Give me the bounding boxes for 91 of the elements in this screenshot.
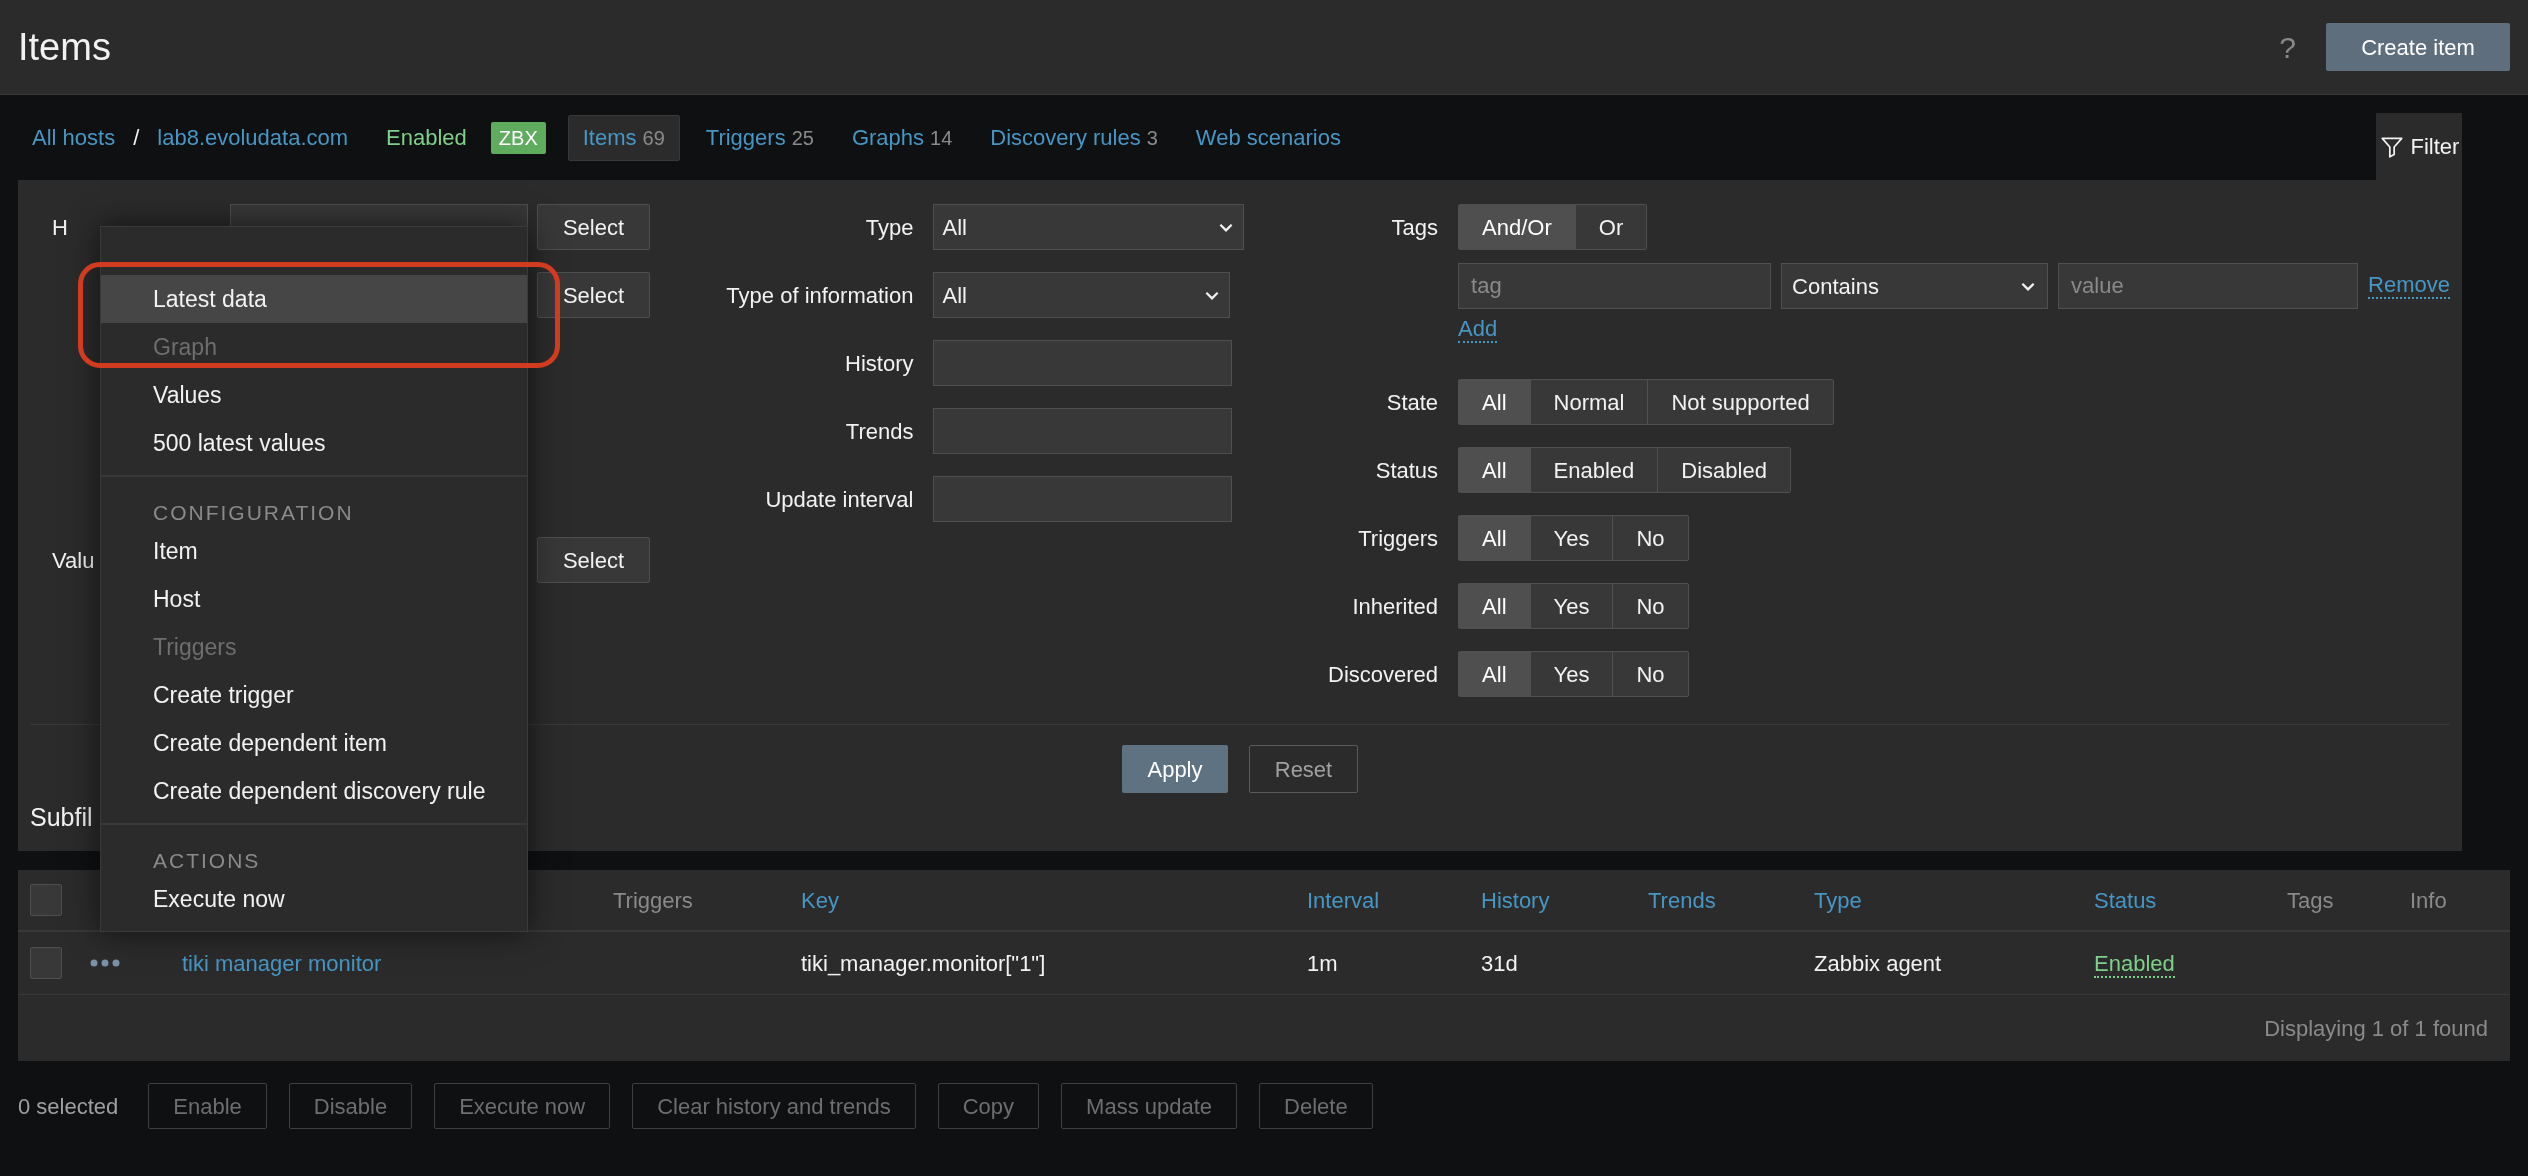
menu-item[interactable]: Host (101, 575, 527, 623)
toggle-option[interactable]: All (1459, 584, 1531, 628)
item-name-link[interactable]: tiki manager monitor (182, 950, 382, 976)
table-cell: tiki_manager.monitor["1"] (801, 950, 1046, 976)
field-label: Tags (1391, 213, 1439, 242)
reset-button[interactable]: Reset (1249, 745, 1358, 793)
breadcrumb-link[interactable]: All hosts (32, 121, 116, 154)
toggle-option[interactable]: Or (1575, 205, 1647, 249)
add-link[interactable]: Add (1458, 317, 1498, 343)
field-label: Valu (52, 547, 95, 573)
help-link[interactable]: ? (2279, 24, 2296, 70)
text-field[interactable] (933, 476, 1233, 522)
breadcrumb-link[interactable]: lab8.evoludata.com (157, 121, 349, 154)
create-item-button[interactable]: Create item (2326, 23, 2510, 71)
host-tab[interactable]: Triggers 25 (693, 114, 826, 161)
field-label: State (1386, 388, 1439, 417)
subfilter-title: Subfil (30, 802, 94, 833)
page-title: Items (18, 24, 111, 70)
toggle-option[interactable]: Disabled (1658, 448, 1790, 492)
menu-item[interactable]: Create dependent item (101, 719, 527, 767)
select-button[interactable]: Select (537, 204, 650, 250)
field-label: Inherited (1352, 592, 1439, 621)
tag-field[interactable]: tag (1458, 263, 1772, 309)
text-field[interactable] (933, 408, 1233, 454)
column-header: Info (2410, 887, 2447, 913)
menu-item[interactable]: Create dependent discovery rule (101, 767, 527, 815)
dropdown[interactable]: Contains (1781, 263, 2049, 309)
toggle-option[interactable]: No (1613, 652, 1688, 696)
host-tab[interactable]: Web scenarios (1183, 114, 1353, 161)
dropdown[interactable]: All (933, 272, 1231, 318)
field-label: Type (865, 213, 914, 242)
host-status: Enabled (386, 124, 467, 152)
paging-info: Displaying 1 of 1 found (2264, 1014, 2488, 1043)
checkbox[interactable] (30, 884, 62, 916)
menu-section-title: ACTIONS (152, 848, 262, 874)
menu-item[interactable]: Create trigger (101, 671, 527, 719)
menu-item[interactable]: 500 latest values (101, 419, 527, 467)
field-label: Type of information (726, 281, 914, 310)
toggle-option[interactable]: No (1613, 516, 1688, 560)
menu-section-title: CONFIGURATION (152, 500, 355, 526)
toggle-option[interactable]: No (1613, 584, 1688, 628)
field-label: History (845, 349, 914, 378)
column-header: Tags (2287, 887, 2334, 913)
host-tab[interactable]: Discovery rules 3 (978, 114, 1170, 161)
field-label: Discovered (1328, 660, 1439, 689)
table-cell: Zabbix agent (1814, 950, 1942, 976)
value-field[interactable]: value (2058, 263, 2359, 309)
zbx-badge: ZBX (490, 121, 546, 154)
column-header-link[interactable]: Key (801, 887, 839, 913)
select-button[interactable]: Select (537, 272, 650, 318)
toggle-option[interactable]: Not supported (1648, 380, 1833, 424)
remove-link[interactable]: Remove (2368, 273, 2450, 299)
menu-item[interactable]: Execute now (101, 875, 527, 923)
toggle-option[interactable]: All (1459, 516, 1531, 560)
column-header-link[interactable]: Interval (1307, 887, 1380, 913)
column-header-link[interactable]: History (1481, 887, 1550, 913)
column-header: Triggers (613, 887, 693, 913)
text-field[interactable] (933, 340, 1233, 386)
table-cell: 1m (1307, 950, 1338, 976)
toggle-option[interactable]: All (1459, 380, 1531, 424)
field-label: H (52, 214, 68, 240)
toggle-option[interactable]: All (1459, 448, 1531, 492)
column-header-link[interactable]: Type (1814, 887, 1862, 913)
menu-item[interactable]: Item (101, 527, 527, 575)
apply-button[interactable]: Apply (1122, 745, 1228, 793)
host-tab[interactable]: Items 69 (567, 114, 680, 161)
more-icon[interactable] (90, 959, 120, 967)
item-state-link[interactable]: Enabled (2094, 950, 2175, 978)
toggle-option[interactable]: Yes (1530, 584, 1614, 628)
table-cell: 31d (1481, 950, 1518, 976)
toggle-option[interactable]: And/Or (1459, 205, 1576, 249)
select-button[interactable]: Select (537, 537, 650, 583)
column-header-link[interactable]: Trends (1648, 887, 1716, 913)
host-tab[interactable]: Graphs 14 (839, 114, 965, 161)
toggle-option[interactable]: Enabled (1530, 448, 1659, 492)
field-label: Triggers (1358, 524, 1439, 553)
toggle-option[interactable]: Normal (1530, 380, 1649, 424)
toggle-option[interactable]: Yes (1530, 516, 1614, 560)
toggle-option[interactable]: Yes (1530, 652, 1614, 696)
toggle-option[interactable]: All (1459, 652, 1531, 696)
menu-item[interactable]: Values (101, 371, 527, 419)
field-label: Status (1375, 456, 1439, 485)
checkbox[interactable] (30, 947, 62, 979)
menu-item[interactable]: Latest data (101, 275, 527, 323)
field-label: Update interval (765, 485, 914, 514)
selected-count: 0 selected (18, 1092, 119, 1121)
breadcrumb-separator: / (133, 124, 140, 152)
field-label: Trends (845, 417, 914, 446)
column-header-link[interactable]: Status (2094, 887, 2157, 913)
filter-tab[interactable]: Filter (2376, 113, 2462, 180)
dropdown[interactable]: All (933, 204, 1245, 250)
